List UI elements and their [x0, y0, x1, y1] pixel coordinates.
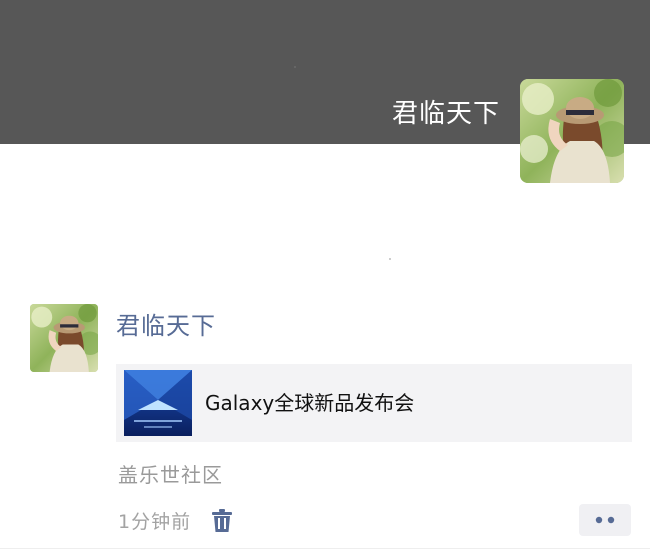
- more-button[interactable]: [579, 504, 631, 536]
- profile-name: 君临天下: [391, 99, 500, 129]
- post-author-avatar[interactable]: [30, 304, 98, 372]
- profile-avatar[interactable]: [520, 79, 624, 183]
- post-author-name[interactable]: 君临天下: [116, 308, 216, 344]
- post-timestamp: 1分钟前: [118, 511, 192, 533]
- more-dots-icon: [595, 516, 615, 524]
- trash-icon[interactable]: [211, 509, 233, 533]
- post-source[interactable]: 盖乐世社区: [118, 460, 223, 490]
- shared-link-card[interactable]: Galaxy全球新品发布会: [116, 364, 632, 442]
- avatar-photo: [30, 304, 98, 372]
- galaxy-unpacked-thumbnail-icon: [124, 370, 192, 436]
- divider: [0, 548, 650, 549]
- cover-dot: [294, 66, 296, 68]
- link-thumbnail: [124, 370, 192, 436]
- avatar-photo: [520, 79, 624, 183]
- link-title: Galaxy全球新品发布会: [205, 391, 415, 415]
- separator-dot: [389, 258, 391, 260]
